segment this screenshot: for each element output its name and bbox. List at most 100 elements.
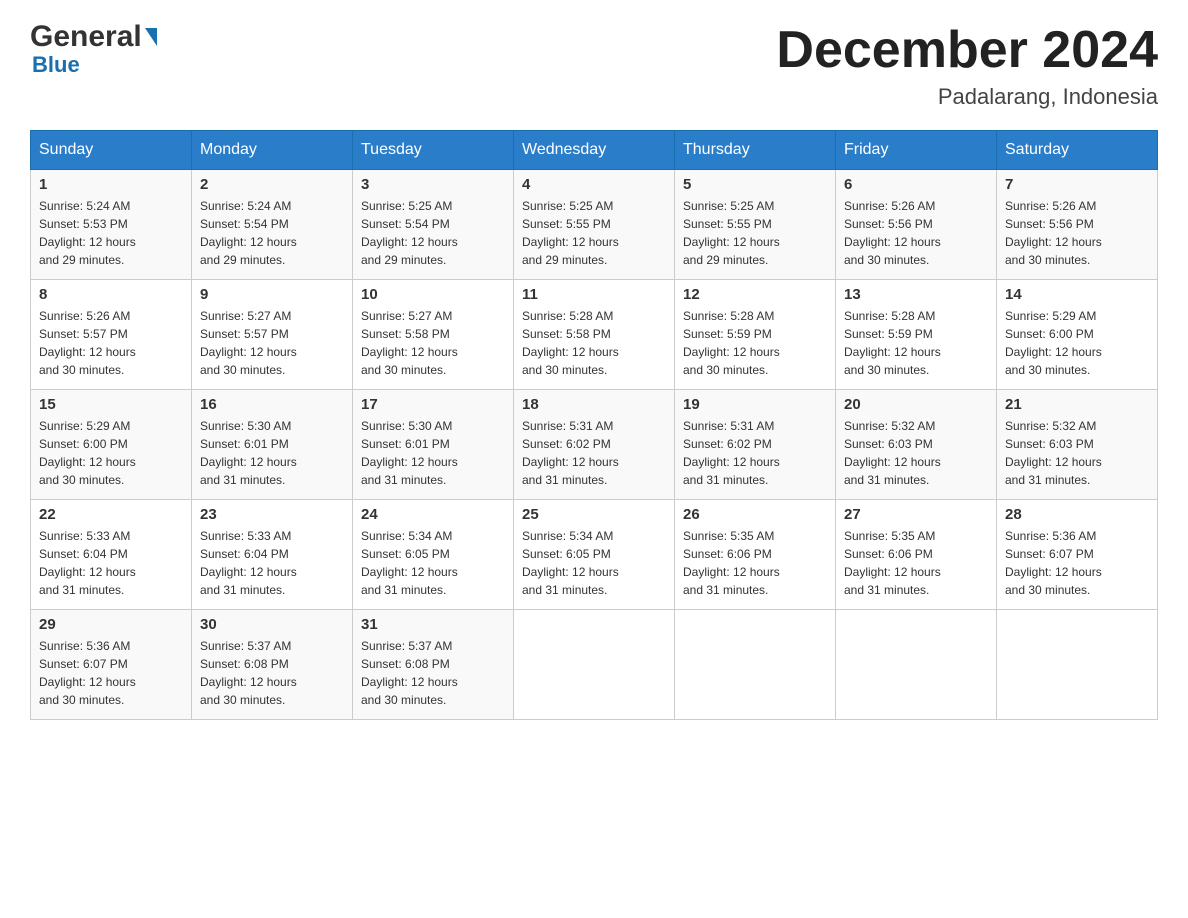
day-info: Sunrise: 5:27 AMSunset: 5:58 PMDaylight:… bbox=[361, 307, 505, 379]
col-tuesday: Tuesday bbox=[353, 131, 514, 170]
calendar-cell: 22 Sunrise: 5:33 AMSunset: 6:04 PMDayligh… bbox=[31, 500, 192, 610]
calendar-week-row: 29Sunrise: 5:36 AMSunset: 6:07 PMDayligh… bbox=[31, 610, 1158, 720]
calendar-cell: 27 Sunrise: 5:35 AMSunset: 6:06 PMDayligh… bbox=[836, 500, 997, 610]
location: Padalarang, Indonesia bbox=[776, 84, 1158, 110]
day-info: Sunrise: 5:24 AMSunset: 5:54 PMDaylight:… bbox=[200, 197, 344, 269]
day-info: Sunrise: 5:26 AMSunset: 5:57 PMDaylight:… bbox=[39, 307, 183, 379]
day-number: 3 bbox=[361, 176, 505, 193]
calendar-cell: 28 Sunrise: 5:36 AMSunset: 6:07 PMDayligh… bbox=[997, 500, 1158, 610]
day-number: 28 bbox=[1005, 506, 1149, 523]
calendar-week-row: 8 Sunrise: 5:26 AMSunset: 5:57 PMDaylight… bbox=[31, 280, 1158, 390]
calendar-cell: 20 Sunrise: 5:32 AMSunset: 6:03 PMDayligh… bbox=[836, 390, 997, 500]
day-number: 18 bbox=[522, 396, 666, 413]
month-title: December 2024 bbox=[776, 20, 1158, 80]
calendar-week-row: 22 Sunrise: 5:33 AMSunset: 6:04 PMDayligh… bbox=[31, 500, 1158, 610]
day-number: 22 bbox=[39, 506, 183, 523]
calendar-cell: 10 Sunrise: 5:27 AMSunset: 5:58 PMDayligh… bbox=[353, 280, 514, 390]
day-info: Sunrise: 5:37 AMSunset: 6:08 PMDaylight:… bbox=[200, 637, 344, 709]
calendar-cell: 19 Sunrise: 5:31 AMSunset: 6:02 PMDayligh… bbox=[675, 390, 836, 500]
day-number: 20 bbox=[844, 396, 988, 413]
day-number: 1 bbox=[39, 176, 183, 193]
day-number: 30 bbox=[200, 616, 344, 633]
calendar-cell: 8 Sunrise: 5:26 AMSunset: 5:57 PMDaylight… bbox=[31, 280, 192, 390]
col-wednesday: Wednesday bbox=[514, 131, 675, 170]
calendar-cell: 31 Sunrise: 5:37 AMSunset: 6:08 PMDayligh… bbox=[353, 610, 514, 720]
day-info: Sunrise: 5:32 AMSunset: 6:03 PMDaylight:… bbox=[1005, 417, 1149, 489]
day-info: Sunrise: 5:24 AMSunset: 5:53 PMDaylight:… bbox=[39, 197, 183, 269]
day-info: Sunrise: 5:35 AMSunset: 6:06 PMDaylight:… bbox=[844, 527, 988, 599]
day-info: Sunrise: 5:33 AMSunset: 6:04 PMDaylight:… bbox=[200, 527, 344, 599]
day-info: Sunrise: 5:28 AMSunset: 5:59 PMDaylight:… bbox=[683, 307, 827, 379]
day-info: Sunrise: 5:25 AMSunset: 5:55 PMDaylight:… bbox=[683, 197, 827, 269]
day-info: Sunrise: 5:29 AMSunset: 6:00 PMDaylight:… bbox=[1005, 307, 1149, 379]
page-header: General Blue December 2024 Padalarang, I… bbox=[30, 20, 1158, 110]
logo-general-text: General bbox=[30, 20, 142, 54]
calendar-cell: 18Sunrise: 5:31 AMSunset: 6:02 PMDayligh… bbox=[514, 390, 675, 500]
day-info: Sunrise: 5:30 AMSunset: 6:01 PMDaylight:… bbox=[361, 417, 505, 489]
calendar-header: Sunday Monday Tuesday Wednesday Thursday… bbox=[31, 131, 1158, 170]
calendar-cell: 2 Sunrise: 5:24 AMSunset: 5:54 PMDaylight… bbox=[192, 170, 353, 280]
day-number: 21 bbox=[1005, 396, 1149, 413]
calendar-cell: 3 Sunrise: 5:25 AMSunset: 5:54 PMDaylight… bbox=[353, 170, 514, 280]
logo-blue-text: Blue bbox=[32, 52, 80, 78]
day-number: 25 bbox=[522, 506, 666, 523]
day-info: Sunrise: 5:31 AMSunset: 6:02 PMDaylight:… bbox=[683, 417, 827, 489]
day-info: Sunrise: 5:35 AMSunset: 6:06 PMDaylight:… bbox=[683, 527, 827, 599]
day-info: Sunrise: 5:26 AMSunset: 5:56 PMDaylight:… bbox=[844, 197, 988, 269]
calendar-cell bbox=[836, 610, 997, 720]
calendar-cell: 12Sunrise: 5:28 AMSunset: 5:59 PMDayligh… bbox=[675, 280, 836, 390]
calendar-cell bbox=[675, 610, 836, 720]
calendar-body: 1 Sunrise: 5:24 AMSunset: 5:53 PMDaylight… bbox=[31, 170, 1158, 720]
day-info: Sunrise: 5:33 AMSunset: 6:04 PMDaylight:… bbox=[39, 527, 183, 599]
day-info: Sunrise: 5:25 AMSunset: 5:54 PMDaylight:… bbox=[361, 197, 505, 269]
day-number: 11 bbox=[522, 286, 666, 303]
day-number: 24 bbox=[361, 506, 505, 523]
day-number: 2 bbox=[200, 176, 344, 193]
day-info: Sunrise: 5:25 AMSunset: 5:55 PMDaylight:… bbox=[522, 197, 666, 269]
day-number: 23 bbox=[200, 506, 344, 523]
day-number: 7 bbox=[1005, 176, 1149, 193]
calendar-cell: 13Sunrise: 5:28 AMSunset: 5:59 PMDayligh… bbox=[836, 280, 997, 390]
day-number: 8 bbox=[39, 286, 183, 303]
calendar-week-row: 1 Sunrise: 5:24 AMSunset: 5:53 PMDaylight… bbox=[31, 170, 1158, 280]
day-info: Sunrise: 5:37 AMSunset: 6:08 PMDaylight:… bbox=[361, 637, 505, 709]
calendar-cell: 21 Sunrise: 5:32 AMSunset: 6:03 PMDayligh… bbox=[997, 390, 1158, 500]
day-number: 13 bbox=[844, 286, 988, 303]
day-number: 10 bbox=[361, 286, 505, 303]
days-of-week-row: Sunday Monday Tuesday Wednesday Thursday… bbox=[31, 131, 1158, 170]
calendar-cell bbox=[997, 610, 1158, 720]
calendar-cell: 16 Sunrise: 5:30 AMSunset: 6:01 PMDayligh… bbox=[192, 390, 353, 500]
day-info: Sunrise: 5:29 AMSunset: 6:00 PMDaylight:… bbox=[39, 417, 183, 489]
calendar-week-row: 15Sunrise: 5:29 AMSunset: 6:00 PMDayligh… bbox=[31, 390, 1158, 500]
calendar-cell: 7 Sunrise: 5:26 AMSunset: 5:56 PMDaylight… bbox=[997, 170, 1158, 280]
calendar-cell: 5Sunrise: 5:25 AMSunset: 5:55 PMDaylight… bbox=[675, 170, 836, 280]
logo: General Blue bbox=[30, 20, 157, 78]
calendar-cell: 23 Sunrise: 5:33 AMSunset: 6:04 PMDayligh… bbox=[192, 500, 353, 610]
day-info: Sunrise: 5:30 AMSunset: 6:01 PMDaylight:… bbox=[200, 417, 344, 489]
logo-triangle-icon bbox=[145, 28, 157, 46]
day-number: 16 bbox=[200, 396, 344, 413]
calendar-cell: 26 Sunrise: 5:35 AMSunset: 6:06 PMDayligh… bbox=[675, 500, 836, 610]
day-number: 27 bbox=[844, 506, 988, 523]
day-number: 31 bbox=[361, 616, 505, 633]
day-info: Sunrise: 5:36 AMSunset: 6:07 PMDaylight:… bbox=[39, 637, 183, 709]
title-section: December 2024 Padalarang, Indonesia bbox=[776, 20, 1158, 110]
calendar-cell: 4Sunrise: 5:25 AMSunset: 5:55 PMDaylight… bbox=[514, 170, 675, 280]
col-saturday: Saturday bbox=[997, 131, 1158, 170]
day-number: 26 bbox=[683, 506, 827, 523]
col-monday: Monday bbox=[192, 131, 353, 170]
day-info: Sunrise: 5:34 AMSunset: 6:05 PMDaylight:… bbox=[361, 527, 505, 599]
calendar-cell: 15Sunrise: 5:29 AMSunset: 6:00 PMDayligh… bbox=[31, 390, 192, 500]
day-info: Sunrise: 5:26 AMSunset: 5:56 PMDaylight:… bbox=[1005, 197, 1149, 269]
day-info: Sunrise: 5:32 AMSunset: 6:03 PMDaylight:… bbox=[844, 417, 988, 489]
calendar-cell: 17 Sunrise: 5:30 AMSunset: 6:01 PMDayligh… bbox=[353, 390, 514, 500]
day-number: 19 bbox=[683, 396, 827, 413]
calendar-cell: 6Sunrise: 5:26 AMSunset: 5:56 PMDaylight… bbox=[836, 170, 997, 280]
calendar-cell: 1 Sunrise: 5:24 AMSunset: 5:53 PMDaylight… bbox=[31, 170, 192, 280]
day-info: Sunrise: 5:34 AMSunset: 6:05 PMDaylight:… bbox=[522, 527, 666, 599]
day-info: Sunrise: 5:36 AMSunset: 6:07 PMDaylight:… bbox=[1005, 527, 1149, 599]
col-sunday: Sunday bbox=[31, 131, 192, 170]
calendar-cell: 24 Sunrise: 5:34 AMSunset: 6:05 PMDayligh… bbox=[353, 500, 514, 610]
day-number: 17 bbox=[361, 396, 505, 413]
calendar-cell: 11Sunrise: 5:28 AMSunset: 5:58 PMDayligh… bbox=[514, 280, 675, 390]
